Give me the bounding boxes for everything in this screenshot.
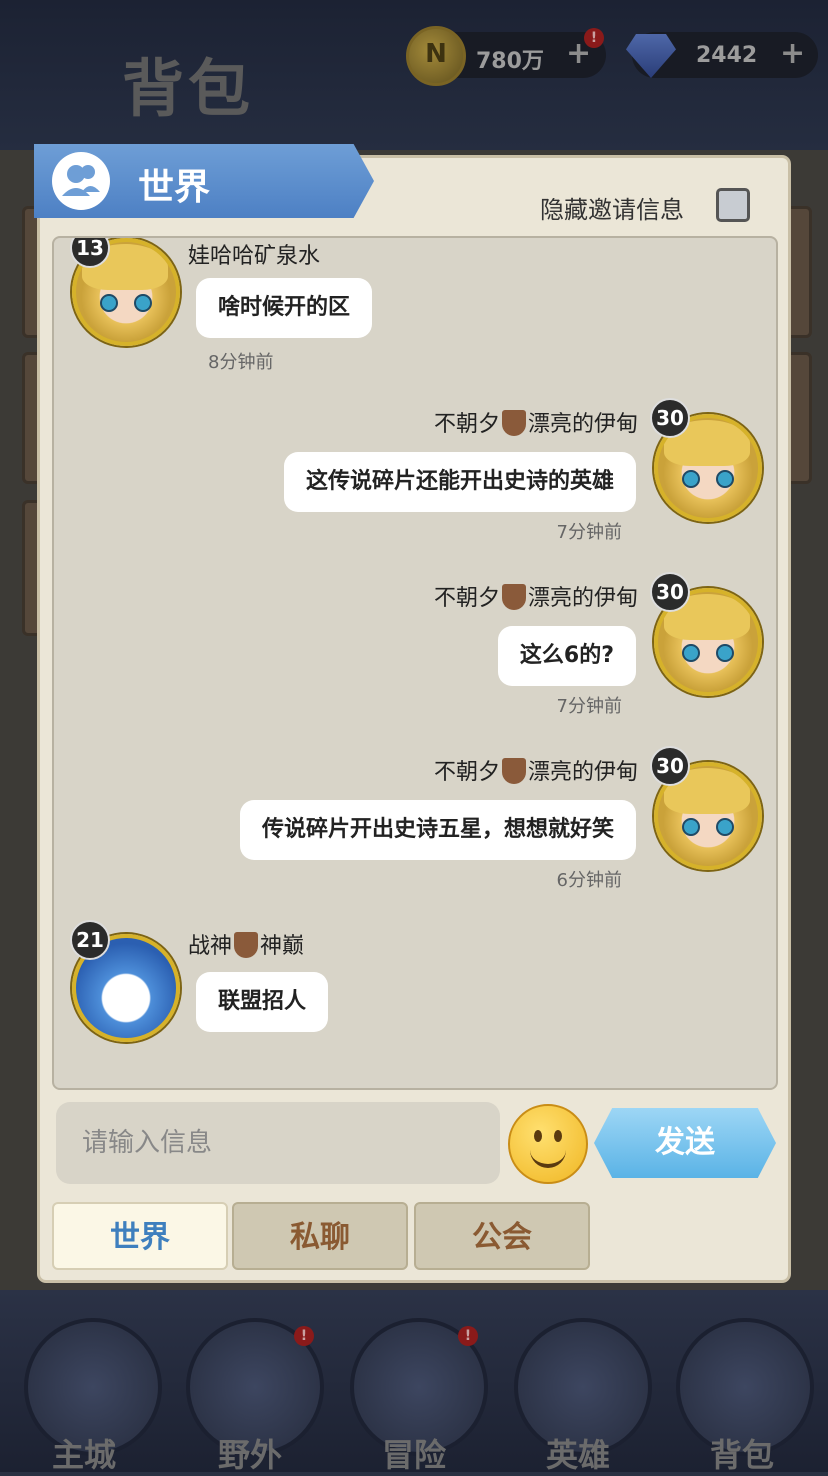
message-bubble: 这么6的? <box>497 626 636 686</box>
notification-badge: ! <box>584 28 604 48</box>
sender-name-prefix: 不朝夕 <box>433 760 500 785</box>
sender-name: 不朝夕 漂亮的伊甸 <box>434 406 638 438</box>
level-badge: 30 <box>650 746 690 786</box>
coin-value: 780万 <box>476 49 544 74</box>
sender-name-prefix: 战神 <box>188 934 233 959</box>
sender-name-prefix: 不朝夕 <box>433 412 500 437</box>
message-bubble: 联盟招人 <box>196 972 329 1032</box>
notification-badge: ! <box>294 1326 314 1346</box>
notification-badge: ! <box>458 1326 478 1346</box>
level-badge: 21 <box>70 920 110 960</box>
guild-icon <box>234 932 259 958</box>
level-badge: 30 <box>650 398 690 438</box>
nav-label-heroes: 英雄 <box>545 1436 610 1474</box>
emoji-button[interactable] <box>508 1104 588 1184</box>
coin-icon: N <box>406 26 466 86</box>
message-bubble: 啥时候开的区 <box>196 278 373 338</box>
send-button[interactable]: 发送 <box>594 1108 776 1178</box>
gem-value: 2442 <box>696 43 758 68</box>
sender-name: 战神 神巅 <box>188 928 304 960</box>
sender-name-prefix: 不朝夕 <box>433 586 500 611</box>
hide-invites-checkbox[interactable] <box>716 188 750 222</box>
channel-title: 世界 <box>138 167 211 208</box>
nav-label-backpack: 背包 <box>709 1436 774 1474</box>
sender-name-main: 漂亮的伊甸 <box>527 760 638 785</box>
level-badge: 30 <box>650 572 690 612</box>
users-icon <box>52 152 110 210</box>
sender-name: 娃哈哈矿泉水 <box>188 244 321 269</box>
message-time: 7分钟前 <box>556 696 622 717</box>
add-gems-button[interactable]: + <box>780 36 805 71</box>
sender-name: 不朝夕 漂亮的伊甸 <box>434 754 638 786</box>
sender-name-main: 神巅 <box>260 934 305 959</box>
message-list[interactable]: 13 娃哈哈矿泉水 啥时候开的区 8分钟前 30 不朝夕 漂亮的伊甸 这传说碎片还… <box>52 236 778 1090</box>
page-title: 背包 <box>122 52 255 125</box>
nav-label-main-city: 主城 <box>51 1436 116 1474</box>
inventory-slot <box>784 352 812 484</box>
sender-name-main: 漂亮的伊甸 <box>527 412 638 437</box>
tab-private-chat[interactable]: 私聊 <box>232 1202 408 1270</box>
sender-name-main: 漂亮的伊甸 <box>527 586 638 611</box>
nav-label-adventure: 冒险 <box>381 1436 446 1474</box>
message-bubble: 传说碎片开出史诗五星，想想就好笑 <box>239 800 636 860</box>
guild-icon <box>501 584 526 610</box>
inventory-slot <box>784 206 812 338</box>
message-time: 7分钟前 <box>556 522 622 543</box>
message-bubble: 这传说碎片还能开出史诗的英雄 <box>283 452 636 512</box>
tab-guild[interactable]: 公会 <box>414 1202 590 1270</box>
sender-name: 不朝夕 漂亮的伊甸 <box>434 580 638 612</box>
message-time: 6分钟前 <box>556 870 622 891</box>
hide-invites-label: 隐藏邀请信息 <box>540 196 684 224</box>
nav-label-wild: 野外 <box>217 1436 282 1474</box>
message-input[interactable]: 请输入信息 <box>56 1102 500 1184</box>
guild-icon <box>501 758 526 784</box>
tab-world[interactable]: 世界 <box>52 1202 228 1270</box>
guild-icon <box>501 410 526 436</box>
message-time: 8分钟前 <box>208 352 274 373</box>
